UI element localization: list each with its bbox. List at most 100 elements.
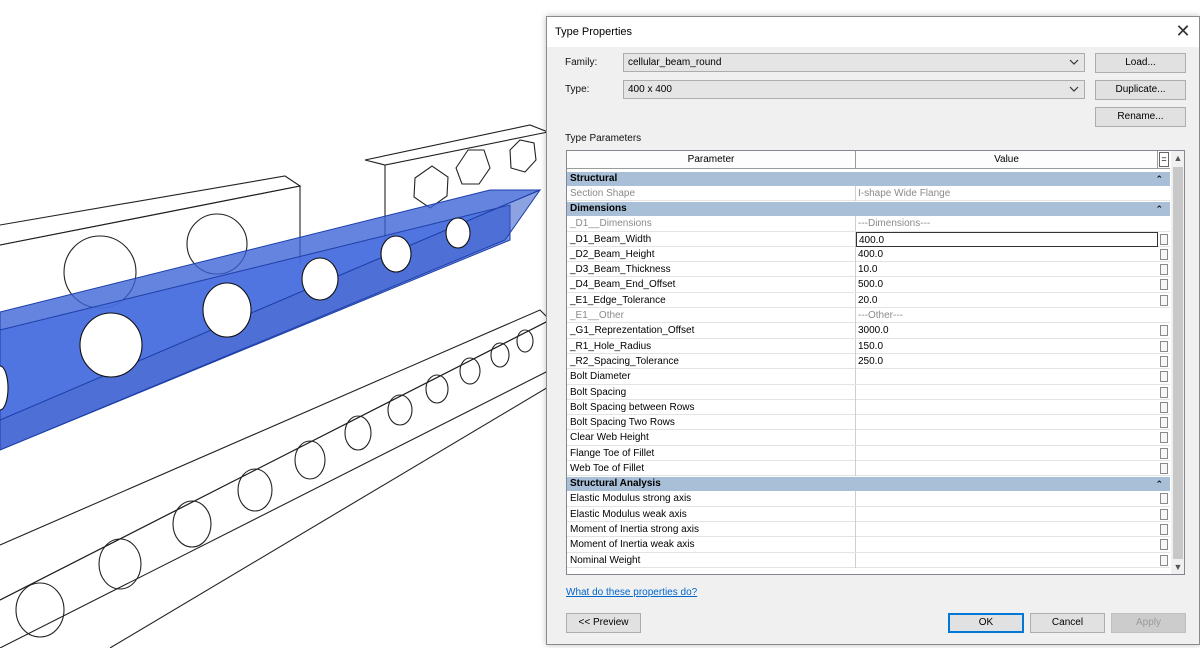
associate-parameter-button[interactable]: [1160, 233, 1168, 245]
associate-parameter-button[interactable]: [1160, 554, 1168, 566]
table-row[interactable]: Moment of Inertia weak axis: [567, 537, 1170, 553]
table-row[interactable]: _R1_Hole_Radius 150.0: [567, 338, 1170, 354]
table-row[interactable]: Web Toe of Fillet: [567, 461, 1170, 477]
preview-button[interactable]: << Preview: [566, 613, 641, 633]
associate-parameter-button[interactable]: [1160, 355, 1168, 367]
parameter-value[interactable]: [856, 461, 1158, 476]
duplicate-button[interactable]: Duplicate...: [1095, 80, 1186, 100]
family-select[interactable]: cellular_beam_round: [623, 53, 1085, 72]
rename-button[interactable]: Rename...: [1095, 107, 1186, 127]
collapse-icon[interactable]: ⌃: [1155, 172, 1163, 186]
parameter-value[interactable]: 500.0: [856, 277, 1158, 292]
parameter-value[interactable]: 20.0: [856, 293, 1158, 308]
table-row[interactable]: _D3_Beam_Thickness 10.0: [567, 262, 1170, 278]
associate-parameter-button[interactable]: [1160, 248, 1168, 260]
dialog-titlebar[interactable]: Type Properties ✕: [547, 17, 1199, 47]
table-row[interactable]: Bolt Diameter: [567, 369, 1170, 385]
table-row[interactable]: Bolt Spacing: [567, 384, 1170, 400]
table-row[interactable]: _D1_Beam_Width 400.0: [567, 231, 1170, 247]
table-row[interactable]: Nominal Weight: [567, 552, 1170, 568]
table-row[interactable]: Clear Web Height: [567, 430, 1170, 446]
associate-parameter-button[interactable]: [1160, 401, 1168, 413]
parameter-value[interactable]: 3000.0: [856, 323, 1158, 338]
parameter-value[interactable]: [856, 385, 1158, 400]
associate-parameter-button[interactable]: [1160, 508, 1168, 520]
table-row[interactable]: Moment of Inertia strong axis: [567, 521, 1170, 538]
parameter-value[interactable]: [856, 537, 1158, 552]
parameter-name: _E1__Other: [567, 308, 856, 324]
type-properties-dialog: Type Properties ✕ Family: cellular_beam_…: [546, 16, 1200, 645]
table-row[interactable]: _D1__Dimensions ---Dimensions---: [567, 216, 1170, 232]
scroll-down-icon[interactable]: ▼: [1173, 562, 1183, 572]
associate-parameter-button[interactable]: [1160, 417, 1168, 429]
table-row[interactable]: Elastic Modulus strong axis: [567, 491, 1170, 507]
parameter-value[interactable]: [856, 446, 1158, 461]
associate-parameter-button[interactable]: [1160, 539, 1168, 551]
associate-parameter-button[interactable]: [1160, 523, 1168, 535]
parameter-value[interactable]: 250.0: [856, 354, 1158, 369]
collapse-icon[interactable]: ⌃: [1155, 202, 1163, 216]
table-row[interactable]: Bolt Spacing Two Rows: [567, 415, 1170, 431]
associate-parameter-button[interactable]: [1160, 279, 1168, 291]
associate-parameter-button[interactable]: [1160, 493, 1168, 505]
parameter-value[interactable]: 400.0: [856, 247, 1158, 262]
table-row[interactable]: _D4_Beam_End_Offset 500.0: [567, 277, 1170, 293]
associate-parameter-button[interactable]: [1160, 325, 1168, 337]
parameter-value[interactable]: [856, 491, 1158, 506]
ok-button[interactable]: OK: [948, 613, 1024, 633]
table-row[interactable]: Flange Toe of Fillet: [567, 445, 1170, 462]
parameter-value[interactable]: [856, 415, 1158, 430]
help-link[interactable]: What do these properties do?: [566, 587, 697, 598]
column-menu-icon[interactable]: =: [1159, 152, 1169, 167]
table-row[interactable]: _G1_Reprezentation_Offset 3000.0: [567, 323, 1170, 339]
parameter-name: Elastic Modulus strong axis: [567, 491, 856, 507]
apply-button[interactable]: Apply: [1111, 613, 1186, 633]
parameter-column-header[interactable]: Parameter: [567, 151, 856, 169]
group-header[interactable]: Structural Analysis ⌃: [567, 476, 1170, 492]
parameter-name: Flange Toe of Fillet: [567, 445, 856, 461]
close-icon[interactable]: ✕: [1171, 20, 1195, 42]
group-header-label: Structural: [570, 173, 618, 184]
parameter-value[interactable]: [856, 400, 1158, 415]
table-row[interactable]: _D2_Beam_Height 400.0: [567, 246, 1170, 263]
group-header[interactable]: Structural ⌃: [567, 171, 1170, 186]
table-row[interactable]: _R2_Spacing_Tolerance 250.0: [567, 353, 1170, 370]
associate-parameter-button[interactable]: [1160, 371, 1168, 383]
associate-parameter-button[interactable]: [1160, 340, 1168, 352]
scrollbar-thumb[interactable]: [1173, 167, 1183, 559]
value-column-header[interactable]: Value: [856, 151, 1158, 169]
parameter-name: Bolt Spacing Two Rows: [567, 415, 856, 431]
collapse-icon[interactable]: ⌃: [1155, 477, 1163, 491]
parameter-value[interactable]: [856, 522, 1158, 537]
parameter-name: _R2_Spacing_Tolerance: [567, 353, 856, 369]
associate-parameter-button[interactable]: [1160, 463, 1168, 475]
type-value: 400 x 400: [628, 84, 672, 95]
associate-parameter-button[interactable]: [1160, 447, 1168, 459]
parameter-value[interactable]: [856, 369, 1158, 384]
parameter-value[interactable]: 150.0: [856, 339, 1158, 354]
associate-parameter-button[interactable]: [1160, 386, 1168, 398]
cancel-button[interactable]: Cancel: [1030, 613, 1105, 633]
parameter-value[interactable]: [856, 553, 1158, 568]
table-row[interactable]: Section Shape I-shape Wide Flange: [567, 186, 1170, 202]
parameter-value: ---Other---: [858, 310, 903, 322]
associate-parameter-button[interactable]: [1160, 294, 1168, 306]
parameter-value[interactable]: 10.0: [856, 262, 1158, 277]
scroll-up-icon[interactable]: ▲: [1173, 153, 1183, 163]
dialog-title: Type Properties: [555, 26, 633, 38]
type-select[interactable]: 400 x 400: [623, 80, 1085, 99]
associate-parameter-button[interactable]: [1160, 264, 1168, 276]
associate-parameter-button[interactable]: [1160, 432, 1168, 444]
table-row[interactable]: _E1__Other ---Other---: [567, 308, 1170, 324]
group-header[interactable]: Dimensions ⌃: [567, 201, 1170, 217]
table-row[interactable]: Elastic Modulus weak axis: [567, 506, 1170, 522]
parameter-value[interactable]: 400.0: [856, 231, 1158, 247]
vertical-scrollbar[interactable]: ▲ ▼: [1171, 151, 1184, 574]
load-button[interactable]: Load...: [1095, 53, 1186, 73]
parameter-value[interactable]: [856, 430, 1158, 445]
parameter-value[interactable]: [856, 507, 1158, 522]
parameter-name: Bolt Diameter: [567, 369, 856, 385]
table-row[interactable]: Bolt Spacing between Rows: [567, 399, 1170, 416]
table-row[interactable]: _E1_Edge_Tolerance 20.0: [567, 292, 1170, 309]
type-parameters-table: Parameter Value = Structural ⌃ Section Sha…: [566, 150, 1185, 575]
